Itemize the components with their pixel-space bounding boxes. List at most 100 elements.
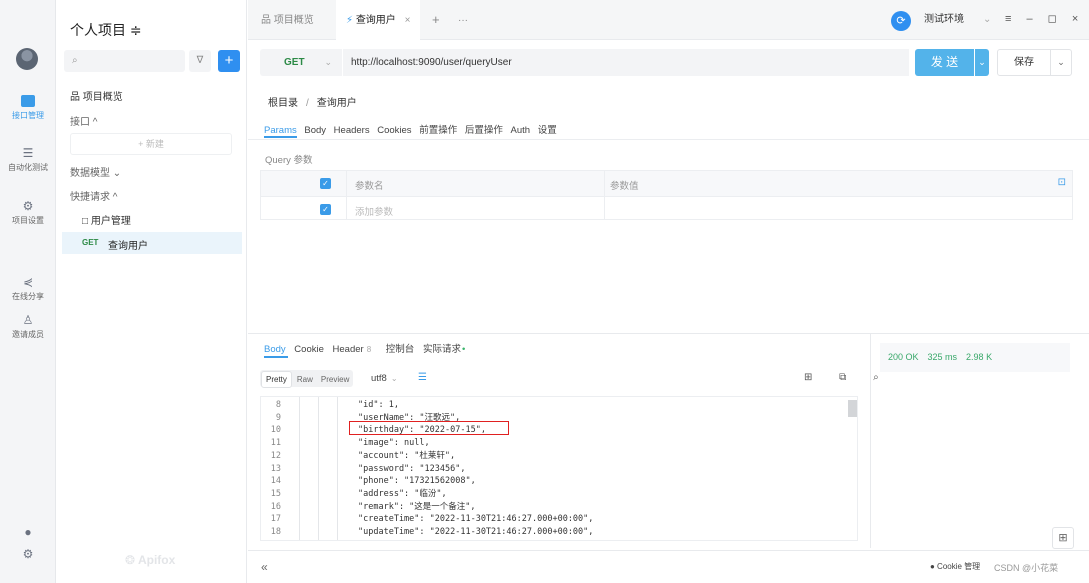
- status-bar: « ● Cookie 管理 CSDN @小花菜: [248, 550, 1089, 583]
- collapse-sidebar-button[interactable]: «: [261, 560, 268, 574]
- close-icon[interactable]: ×: [405, 15, 411, 26]
- search-input[interactable]: ⌕: [64, 50, 185, 72]
- sidebar-section-api[interactable]: 接口 ^: [70, 113, 97, 128]
- watermark: CSDN @小花菜: [994, 563, 1059, 573]
- table-row: ✓ 添加参数: [261, 196, 1072, 221]
- tab-console[interactable]: 控制台: [386, 344, 415, 355]
- select-all-checkbox[interactable]: ✓: [320, 178, 331, 189]
- sidebar-item-query-user[interactable]: GET 查询用户: [62, 232, 242, 254]
- filter-button[interactable]: ∇: [189, 50, 211, 72]
- breadcrumb-current: 查询用户: [316, 98, 357, 109]
- line-number: 15: [270, 488, 281, 499]
- sidebar-section-quick-request[interactable]: 快捷请求 ^: [70, 188, 117, 203]
- new-button[interactable]: + 新建: [70, 133, 232, 155]
- encoding-select[interactable]: utf8 ⌄: [371, 373, 398, 384]
- tab-post-processors[interactable]: 后置操作: [465, 125, 503, 136]
- format-pretty[interactable]: Pretty: [261, 371, 292, 388]
- active-tab-indicator: [264, 136, 297, 138]
- environment-select[interactable]: 测试环境 ⌄: [920, 10, 1002, 30]
- format-raw[interactable]: Raw: [293, 371, 317, 388]
- notification-icon[interactable]: ●: [0, 526, 56, 538]
- save-dropdown-button[interactable]: ⌄: [1050, 49, 1072, 76]
- code-text: "updateTime": "2022-11-30T21:46:27.000+0…: [358, 527, 594, 537]
- sidebar-folder-users[interactable]: □ 用户管理: [82, 212, 131, 227]
- query-params-label: Query 参数: [265, 155, 313, 166]
- method-select[interactable]: GET ⌄: [260, 49, 342, 76]
- code-line: 11 "image": null,: [261, 437, 857, 450]
- line-number: 11: [270, 438, 281, 449]
- method-badge: GET: [82, 238, 99, 247]
- expand-icon[interactable]: ⊞: [1052, 527, 1074, 549]
- send-dropdown-button[interactable]: ⌄: [975, 49, 989, 76]
- response-status: 200 OK 325 ms 2.98 K: [880, 343, 1070, 372]
- response-tool-icons[interactable]: ⊞ ⧉ ⌕: [804, 372, 891, 383]
- wrap-icon[interactable]: ☰: [418, 372, 427, 383]
- active-tab-indicator: [264, 356, 288, 358]
- response-time: 325 ms: [927, 352, 958, 362]
- rail-item-share[interactable]: ⋞ 在线分享: [0, 276, 56, 302]
- more-tabs-button[interactable]: ···: [458, 0, 468, 40]
- code-text: "password": "123456",: [358, 463, 466, 474]
- sync-icon[interactable]: ⟳: [891, 11, 911, 31]
- rail-item-invite[interactable]: ♙ 邀请成员: [0, 314, 56, 340]
- cookie-manager-button[interactable]: ● Cookie 管理: [930, 561, 980, 572]
- tab-pre-processors[interactable]: 前置操作: [419, 125, 457, 136]
- code-line: 13 "password": "123456",: [261, 463, 857, 476]
- gear-icon[interactable]: ⚙: [0, 548, 56, 560]
- tab-query-user[interactable]: ⚡ 查询用户 ×: [336, 0, 421, 40]
- save-button[interactable]: 保存: [997, 49, 1051, 76]
- rail-item-settings[interactable]: ⚙ 项目设置: [0, 200, 56, 226]
- new-tab-button[interactable]: +: [432, 0, 440, 40]
- tab-params[interactable]: Params: [264, 125, 297, 136]
- search-icon: ⌕: [72, 55, 78, 66]
- chevron-down-icon: ⌄: [390, 374, 398, 383]
- add-param-input[interactable]: 添加参数: [355, 204, 393, 218]
- add-button[interactable]: +: [218, 50, 240, 72]
- chevron-down-icon: ⌄: [983, 14, 992, 25]
- tab-response-cookie[interactable]: Cookie: [294, 344, 324, 355]
- sidebar-item-overview[interactable]: 品 项目概览: [70, 88, 123, 103]
- send-button[interactable]: 发 送: [915, 49, 974, 76]
- rail-item-api-management[interactable]: 接口管理: [0, 95, 56, 121]
- row-checkbox[interactable]: ✓: [320, 204, 331, 215]
- avatar[interactable]: [16, 48, 38, 70]
- tab-settings[interactable]: 设置: [538, 125, 557, 136]
- window-controls[interactable]: ≡ – ◻ ×: [1005, 12, 1084, 25]
- sidebar: 个人项目 ≑ ⌕ ∇ + 品 项目概览 接口 ^ + 新建 数据模型 ⌄ 快捷请…: [57, 0, 247, 583]
- rail-item-automation[interactable]: ☰ 自动化测试: [0, 147, 56, 173]
- response-size: 2.98 K: [966, 352, 993, 362]
- response-code-viewer[interactable]: 8 "id": 1, 9 "userName": "汪歌远", 10 "birthday"…: [260, 396, 858, 541]
- tab-headers[interactable]: Headers: [334, 125, 370, 136]
- tab-overview[interactable]: 品 项目概览: [261, 0, 314, 40]
- left-rail: 接口管理 ☰ 自动化测试 ⚙ 项目设置 ⋞ 在线分享 ♙ 邀请成员 ● ⚙: [0, 0, 56, 583]
- sidebar-item-label: 查询用户: [108, 241, 148, 252]
- lightning-icon: ⚡: [346, 15, 354, 26]
- line-number: 10: [270, 425, 281, 436]
- project-title[interactable]: 个人项目 ≑: [70, 20, 142, 40]
- breadcrumb: 根目录 / 查询用户: [268, 98, 357, 109]
- tab-response-header[interactable]: Header: [333, 344, 364, 355]
- tab-bar: 品 项目概览 ⚡ 查询用户 × + ··· ⟳ 测试环境 ⌄ ≡ – ◻ ×: [248, 0, 1089, 40]
- status-dot: •: [461, 344, 466, 355]
- code-text: "createTime": "2022-11-30T21:46:27.000+0…: [358, 514, 594, 525]
- format-preview[interactable]: Preview: [317, 371, 353, 388]
- column-header-name: 参数名: [355, 181, 384, 192]
- breadcrumb-root[interactable]: 根目录: [268, 98, 298, 109]
- bulk-edit-icon[interactable]: ⊡: [1058, 177, 1066, 188]
- column-header-value: 参数值: [610, 181, 639, 192]
- tab-cookies[interactable]: Cookies: [377, 125, 411, 136]
- tab-response-body[interactable]: Body: [264, 344, 286, 355]
- automation-icon: ☰: [22, 146, 34, 160]
- tab-auth[interactable]: Auth: [511, 125, 531, 136]
- line-number: 9: [275, 412, 281, 423]
- sidebar-section-schema[interactable]: 数据模型 ⌄: [70, 164, 121, 179]
- params-table: ✓ 参数名 参数值 ⊡ ✓ 添加参数: [260, 170, 1073, 220]
- tab-actual-request[interactable]: 实际请求: [423, 344, 461, 355]
- code-text: "remark": "这是一个备注",: [358, 501, 476, 512]
- url-input[interactable]: http://localhost:9090/user/queryUser: [343, 49, 909, 76]
- tab-body[interactable]: Body: [304, 125, 326, 136]
- code-text: "id": 1,: [358, 400, 399, 410]
- code-line: 14 "phone": "17321562008",: [261, 475, 857, 488]
- divider: [248, 333, 1089, 334]
- request-tabs: Params Body Headers Cookies 前置操作 后置操作 Au…: [264, 122, 562, 136]
